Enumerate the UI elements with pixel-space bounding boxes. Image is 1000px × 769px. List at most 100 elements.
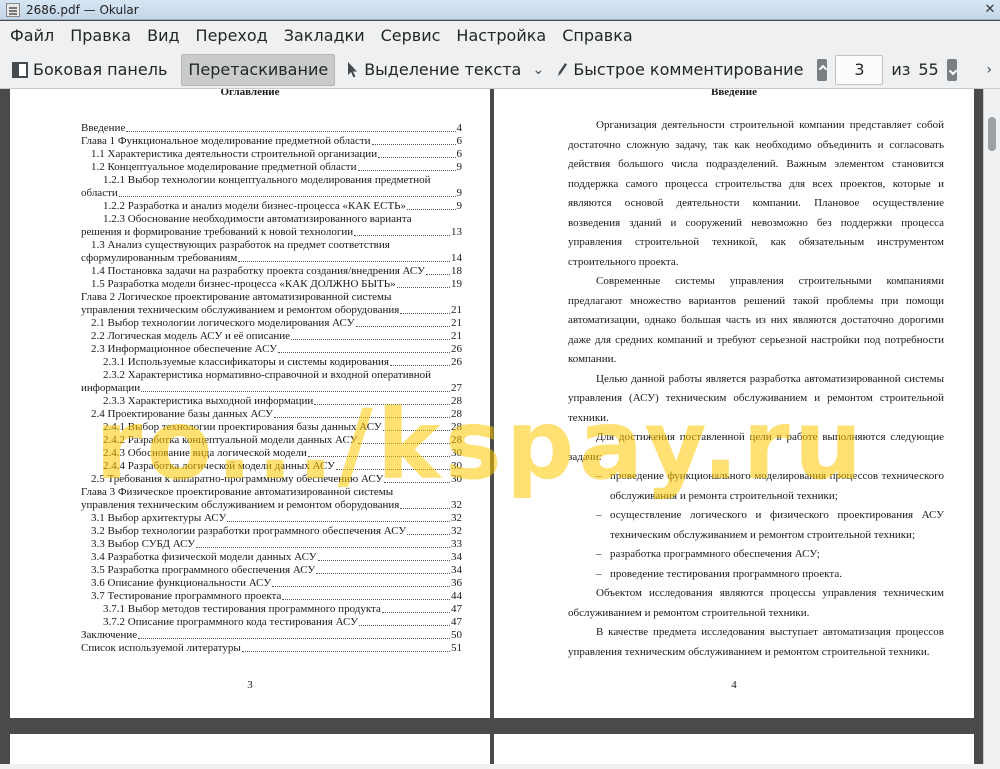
toc-entry: 1.2.3 Обоснование необходимости автомати… [103,213,412,225]
sidebar-button-label: Боковая панель [33,60,168,79]
toc-entry-continuation: управления техническим обслуживанием и р… [81,304,462,317]
toc-page-number: 9 [456,200,463,212]
task-list-item: проведение функционального моделирования… [568,467,944,506]
toc-entry: 1.4 Постановка задачи на разработку прое… [81,265,462,278]
toc-entry: 3.3 Выбор СУБД АСУ 33 [81,538,462,551]
toc-entry-continuation: информации 27 [81,382,462,395]
task-list: проведение функционального моделирования… [568,467,944,584]
okular-app-icon [6,2,20,17]
toc-entry: 2.3.2 Характеристика нормативно-справочн… [103,369,432,381]
menu-settings[interactable]: Настройка [448,21,554,51]
toc-entry-continuation: решения и формирование требований к ново… [81,226,462,239]
window-title: 2686.pdf — Okular [26,2,139,17]
intro-title: Введение [710,89,758,98]
toc-page-number: 19 [451,278,462,290]
next-page-icon[interactable] [946,58,957,81]
toc-entry-text: 3.4 Разработка физической модели данных … [91,551,317,563]
total-pages-label: 55 [918,60,939,79]
document-viewport[interactable]: Оглавление Введение 4 Глава 1 Функциональн… [5,89,981,764]
toc-page-number: 50 [451,629,462,641]
toc-page-number: 34 [451,551,462,563]
menu-help[interactable]: Справка [554,21,641,51]
toc-entry: Список используемой литературы 51 [81,642,462,655]
toc-leader [273,417,450,418]
toc-leader [354,235,450,236]
toc-leader [272,586,450,587]
toc-entry-text: информации [81,382,141,394]
sidebar-toggle-button[interactable]: Боковая панель [6,54,173,86]
toc-entry: 3.7.1 Выбор методов тестирования програм… [81,603,462,616]
toc-page-number: 51 [451,642,462,654]
quick-annotation-button[interactable]: Быстрое комментирование [550,54,809,86]
toc-leader [314,404,450,405]
toc-page-number: 6 [456,148,463,160]
toc-leader [396,287,450,288]
toc-entry-text: Глава 1 Функциональное моделирование пре… [81,135,371,147]
toc-entry-text: 3.7.2 Описание программного кода тестиро… [103,616,358,628]
intro-paragraph: Для достижения поставленной цели в работ… [568,431,944,463]
toc-page-number: 30 [451,447,462,459]
toc-page-number: 26 [451,356,462,368]
toc-entry-text: 1.2 Концептуальное моделирование предмет… [91,161,357,173]
text-select-label: Выделение текста [364,60,522,79]
intro-paragraph: Целью данной работы является разработка … [568,372,944,424]
toc-leader [227,521,450,522]
toc-entry-text: 1.4 Постановка задачи на разработку прое… [91,265,425,277]
page-number-input[interactable] [835,54,884,85]
toc-entry: Глава 2 Логическое проектирование автома… [81,291,392,303]
toc-page-number: 28 [451,434,462,446]
toolbar-overflow-icon[interactable]: › [986,62,992,78]
toc-page-number: 4 [456,122,463,134]
text-select-button[interactable]: Выделение текста [341,54,527,86]
toc-entry-text: 1.1 Характеристика деятельности строител… [91,148,378,160]
toc-leader [425,274,450,275]
toc-page-number: 32 [451,512,462,524]
drag-mode-button[interactable]: Перетаскивание [181,53,336,86]
toc-page-number: 13 [451,226,462,238]
toc-entry-text: 3.6 Описание функциональности АСУ [91,577,272,589]
toc-entry: 1.5 Разработка модели бизнес-процесса «К… [81,278,462,291]
toc-entry: 2.3.3 Характеристика выходной информации… [81,395,462,408]
toc-entry: 2.4 Проектирование базы данных АСУ 28 [81,408,462,421]
toc-entry: 3.5 Разработка программного обеспечения … [81,564,462,577]
close-window-icon[interactable]: ✕ [980,0,1000,20]
toc-leader [407,209,456,210]
toc-entry-text: 2.5 Требования к аппаратно-программному … [91,473,384,485]
toc-entry: 1.2.2 Разработка и анализ модели бизнес-… [81,200,462,213]
toc-page-number: 27 [451,382,462,394]
chevron-down-icon[interactable]: ⌄ [531,62,545,78]
toc-entry: 3.7 Тестирование программного проекта 44 [81,590,462,603]
toc-page-number: 34 [451,564,462,576]
previous-page-icon[interactable] [817,58,828,81]
menu-view[interactable]: Вид [139,21,187,51]
toc-entry-text: области [81,187,118,199]
toc-leader [335,469,450,470]
toc-entry-text: сформулированным требованиям [81,252,238,264]
toc-leader [317,560,450,561]
intro-paragraph: Объектом исследования являются процессы … [568,587,944,619]
menu-bookmarks[interactable]: Закладки [276,21,373,51]
vertical-scrollbar[interactable] [983,89,1000,764]
toc-leader [357,170,456,171]
toc-entry-text: 3.2 Выбор технологии разработки программ… [91,525,407,537]
toc-entry-text: Список используемой литературы [81,642,241,654]
menu-file[interactable]: Файл [0,21,62,51]
toc-entry-text: 3.7.1 Выбор методов тестирования програм… [103,603,381,615]
intro-paragraph: В качестве предмета исследования выступа… [568,626,944,658]
toc-leader [118,196,456,197]
toc-entry: 2.4.4 Разработка логической модели данны… [81,460,462,473]
toc-page-number: 9 [456,161,463,173]
toc-entry-text: 3.5 Разработка программного обеспечения … [91,564,316,576]
toc-leader [355,326,450,327]
toc-entry-continuation: сформулированным требованиям 14 [81,252,462,265]
menu-go[interactable]: Переход [188,21,276,51]
menu-edit[interactable]: Правка [62,21,139,51]
toc-page-number: 6 [456,135,463,147]
table-of-contents: Введение 4 Глава 1 Функциональное моделиро… [81,122,462,655]
toc-leader [141,391,450,392]
scrollbar-thumb[interactable] [988,117,996,151]
toc-page-number: 28 [451,421,462,433]
menu-tools[interactable]: Сервис [373,21,449,51]
menubar: Файл Правка Вид Переход Закладки Сервис … [0,21,1000,51]
toc-entry-text: 2.3.3 Характеристика выходной информации [103,395,314,407]
